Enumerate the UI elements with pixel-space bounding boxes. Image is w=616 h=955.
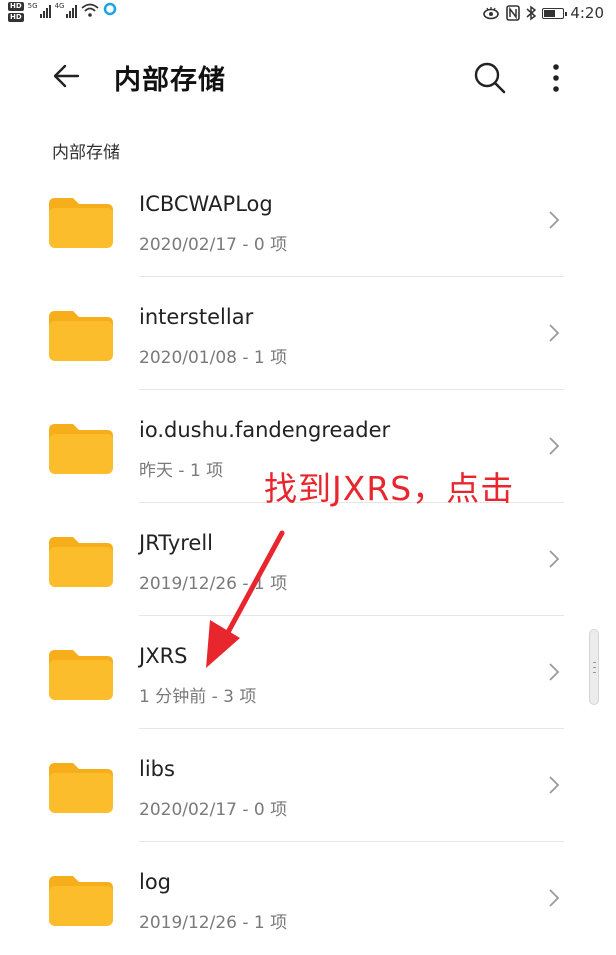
back-arrow-icon[interactable] xyxy=(50,58,86,94)
sync-icon xyxy=(104,2,117,16)
chevron-right-icon xyxy=(549,437,560,455)
signal-icon-2: 4G xyxy=(55,2,78,18)
folder-row-jxrs[interactable]: JXRS 1 分钟前 - 3 项 xyxy=(0,616,616,729)
signal-icon-1: 5G xyxy=(28,2,51,18)
battery-fill xyxy=(544,9,555,17)
folder-name: JXRS xyxy=(139,644,188,668)
annotation-text: 找到JXRS，点击 xyxy=(264,469,515,508)
folder-icon xyxy=(49,876,113,926)
nfc-icon xyxy=(506,5,521,21)
folder-row-jrtyrell[interactable]: JRTyrell 2019/12/26 - 1 项 xyxy=(0,503,616,616)
folder-meta: 2019/12/26 - 1 项 xyxy=(139,574,288,594)
folder-row-libs[interactable]: libs 2020/02/17 - 0 项 xyxy=(0,729,616,842)
folder-meta: 2019/12/26 - 1 项 xyxy=(139,913,288,933)
folder-name: ICBCWAPLog xyxy=(139,192,273,216)
hd-badge-1: HD xyxy=(8,2,24,11)
folder-icon xyxy=(49,424,113,474)
hd-badge-2: HD xyxy=(8,13,24,22)
status-bar: HD HD 5G 4G 4:20 xyxy=(0,0,616,32)
network-label-2: 4G xyxy=(54,2,65,10)
battery-icon xyxy=(542,7,568,19)
folder-row-log[interactable]: log 2019/12/26 - 1 项 xyxy=(0,842,616,955)
folder-icon xyxy=(49,311,113,361)
status-right-icons: 4:20 xyxy=(482,4,604,22)
chevron-right-icon xyxy=(549,889,560,907)
folder-name: interstellar xyxy=(139,305,254,329)
folder-list: ICBCWAPLog 2020/02/17 - 0 项 interstellar… xyxy=(0,164,616,955)
folder-meta: 2020/02/17 - 0 项 xyxy=(139,800,288,820)
hd-indicators: HD HD xyxy=(8,2,24,22)
folder-name: JRTyrell xyxy=(139,531,214,555)
folder-meta: 2020/02/17 - 0 项 xyxy=(139,235,288,255)
folder-name: libs xyxy=(139,757,175,781)
status-left-icons: HD HD 5G 4G xyxy=(8,2,117,22)
folder-icon xyxy=(49,537,113,587)
chevron-right-icon xyxy=(549,663,560,681)
eye-comfort-icon xyxy=(483,7,500,20)
network-label-1: 5G xyxy=(27,2,38,10)
chevron-right-icon xyxy=(549,211,560,229)
folder-name: log xyxy=(139,870,172,894)
folder-icon xyxy=(49,650,113,700)
folder-meta: 1 分钟前 - 3 项 xyxy=(139,687,257,707)
chevron-right-icon xyxy=(549,550,560,568)
wifi-icon xyxy=(81,3,100,17)
folder-row-icbcwaplog[interactable]: ICBCWAPLog 2020/02/17 - 0 项 xyxy=(0,164,616,277)
folder-meta: 2020/01/08 - 1 项 xyxy=(139,348,288,368)
fast-scroll-handle[interactable] xyxy=(589,629,599,705)
search-icon[interactable] xyxy=(470,58,510,98)
chevron-right-icon xyxy=(549,776,560,794)
folder-meta: 昨天 - 1 项 xyxy=(139,461,224,481)
folder-row-interstellar[interactable]: interstellar 2020/01/08 - 1 项 xyxy=(0,277,616,390)
folder-icon xyxy=(49,198,113,248)
more-options-icon[interactable] xyxy=(544,58,568,98)
app-bar: 内部存储 xyxy=(0,44,616,108)
chevron-right-icon xyxy=(549,324,560,342)
folder-name: io.dushu.fandengreader xyxy=(139,418,391,442)
clock: 4:20 xyxy=(570,4,604,22)
breadcrumb[interactable]: 内部存储 xyxy=(52,138,120,163)
bluetooth-icon xyxy=(526,5,537,21)
folder-icon xyxy=(49,763,113,813)
page-title: 内部存储 xyxy=(114,65,226,96)
